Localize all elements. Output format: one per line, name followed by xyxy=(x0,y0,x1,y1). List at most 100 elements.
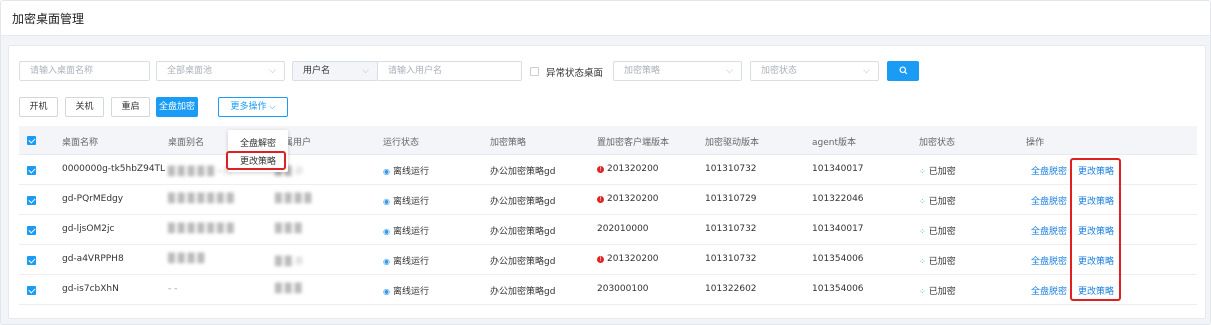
encrypt-status-text: 已加密 xyxy=(928,287,956,297)
run-status-text: 离线运行 xyxy=(392,197,429,207)
col-actions: 操作 xyxy=(1026,138,1045,148)
run-status: ◉ 离线运行 xyxy=(383,194,429,207)
agent-version: 101354006 xyxy=(812,284,864,294)
desktop-name: gd-PQrMEdgy xyxy=(62,194,124,204)
wifi-icon: ◉ xyxy=(383,287,390,296)
page-header: 加密桌面管理 xyxy=(1,1,1210,36)
client-version-text: 201320200 xyxy=(607,254,659,264)
search-button[interactable] xyxy=(887,61,919,81)
row-checkbox[interactable] xyxy=(27,256,36,265)
col-desktop-name: 桌面名称 xyxy=(62,138,99,148)
encrypt-status-text: 已加密 xyxy=(928,227,956,237)
desktop-name: gd-is7cbXhN xyxy=(62,284,119,294)
encrypted-icon: ⁘ xyxy=(919,167,926,176)
power-on-button[interactable]: 开机 xyxy=(19,97,58,117)
client-version: ! 201320200 xyxy=(597,194,659,204)
select-all-checkbox[interactable] xyxy=(27,136,36,145)
abnormal-checkbox[interactable] xyxy=(530,67,539,76)
client-version: ! 201320200 xyxy=(597,164,659,174)
desktop-alias: █ █ █ █ █ █ █ xyxy=(168,194,234,204)
restart-button[interactable]: 重启 xyxy=(111,97,150,117)
encrypt-status-text: 已加密 xyxy=(928,257,956,267)
encrypt-status: ⁘ 已加密 xyxy=(919,224,956,237)
encrypt-status-text: 已加密 xyxy=(928,197,956,207)
full-decrypt-link[interactable]: 全盘脱密 xyxy=(1031,224,1067,237)
owner-user: █ █ 杀 xyxy=(275,257,304,267)
client-version-text: 201320200 xyxy=(607,164,659,174)
full-decrypt-link[interactable]: 全盘脱密 xyxy=(1031,284,1067,297)
col-run-status: 运行状态 xyxy=(383,138,420,148)
row-checkbox[interactable] xyxy=(27,286,36,295)
encrypted-icon: ⁘ xyxy=(919,197,926,206)
warning-icon: ! xyxy=(597,196,604,203)
user-type-select[interactable]: 用户名 ⌵ xyxy=(292,61,378,81)
encrypted-icon: ⁘ xyxy=(919,287,926,296)
warning-icon: ! xyxy=(597,166,604,173)
username-field[interactable] xyxy=(388,62,521,80)
desktop-name: gd-a4VRPPH8 xyxy=(62,254,124,264)
run-status: ◉ 离线运行 xyxy=(383,284,429,297)
encrypt-status: ⁘ 已加密 xyxy=(919,164,956,177)
run-status: ◉ 离线运行 xyxy=(383,224,429,237)
run-status-text: 离线运行 xyxy=(392,287,429,297)
wifi-icon: ◉ xyxy=(383,197,390,206)
policy-name: 办公加密策略gd xyxy=(490,197,556,207)
desktop-name-field[interactable] xyxy=(30,62,149,80)
policy-name: 办公加密策略gd xyxy=(490,257,556,267)
agent-version: 101340017 xyxy=(812,224,864,234)
encrypted-icon: ⁘ xyxy=(919,227,926,236)
run-status-text: 离线运行 xyxy=(392,257,429,267)
agent-version: 101354006 xyxy=(812,254,864,264)
main-panel: 全部桌面池 ⌵ 用户名 ⌵ 异常状态桌面 加密策略 ⌵ 加密状态 ⌵ 开机 关机… xyxy=(8,45,1206,319)
full-decrypt-link[interactable]: 全盘脱密 xyxy=(1031,194,1067,207)
search-icon xyxy=(898,66,907,75)
page-title: 加密桌面管理 xyxy=(12,12,85,26)
col-driver-version: 加密驱动版本 xyxy=(705,138,760,148)
col-policy: 加密策略 xyxy=(490,138,527,148)
row-checkbox[interactable] xyxy=(27,226,36,235)
username-input[interactable] xyxy=(377,61,522,81)
driver-version: 101310732 xyxy=(705,224,757,234)
table-row: 0000000g-tk5hbZ94TL █ █ █ █ █ ─力 █ █ 示 ◉… xyxy=(19,155,1197,185)
row-checkbox[interactable] xyxy=(27,166,36,175)
col-alias: 桌面别名 xyxy=(168,138,205,148)
app-frame: 加密桌面管理 全部桌面池 ⌵ 用户名 ⌵ 异常状态桌面 加密策略 ⌵ 加密状态 … xyxy=(0,0,1211,325)
driver-version: 101310732 xyxy=(705,254,757,264)
wifi-icon: ◉ xyxy=(383,227,390,236)
desktop-name: gd-ljsOM2jc xyxy=(62,224,115,234)
chevron-down-icon: ⌵ xyxy=(362,66,369,76)
policy-select[interactable]: 加密策略 ⌵ xyxy=(613,61,742,81)
full-decrypt-link[interactable]: 全盘脱密 xyxy=(1031,254,1067,267)
client-version: 203000100 xyxy=(597,284,649,294)
owner-user: █ █ █ xyxy=(275,224,302,234)
agent-version: 101322046 xyxy=(812,194,864,204)
desktop-pool-select[interactable]: 全部桌面池 ⌵ xyxy=(156,61,285,81)
driver-version: 101322602 xyxy=(705,284,757,294)
policy-name: 办公加密策略gd xyxy=(490,227,556,237)
run-status-text: 离线运行 xyxy=(392,167,429,177)
client-version: ! 201320200 xyxy=(597,254,659,264)
table-row: gd-ljsOM2jc █ █ █ █ █ █ █ █ █ █ ◉ 离线运行 办公… xyxy=(19,215,1197,245)
highlight-change-policy-column xyxy=(1070,158,1121,301)
more-actions-button[interactable]: 更多操作 ⌵ xyxy=(218,97,288,117)
full-encrypt-button[interactable]: 全盘加密 xyxy=(156,97,198,117)
client-version: 202010000 xyxy=(597,224,649,234)
driver-version: 101310732 xyxy=(705,164,757,174)
menu-item-full-decrypt[interactable]: 全盘解密 xyxy=(228,136,288,149)
chevron-down-icon: ⌵ xyxy=(726,66,733,76)
desktop-name: 0000000g-tk5hbZ94TL xyxy=(62,164,166,174)
owner-user: █ █ █ █ xyxy=(275,194,312,204)
full-decrypt-link[interactable]: 全盘脱密 xyxy=(1031,164,1067,177)
chevron-down-icon: ⌵ xyxy=(269,102,276,111)
abnormal-label: 异常状态桌面 xyxy=(546,68,604,79)
warning-icon: ! xyxy=(597,256,604,263)
row-checkbox[interactable] xyxy=(27,196,36,205)
driver-version: 101310729 xyxy=(705,194,757,204)
wifi-icon: ◉ xyxy=(383,257,390,266)
chevron-down-icon: ⌵ xyxy=(863,66,870,76)
power-off-button[interactable]: 关机 xyxy=(65,97,104,117)
wifi-icon: ◉ xyxy=(383,167,390,176)
desktop-name-input[interactable] xyxy=(19,61,150,81)
highlight-change-policy-menu xyxy=(226,151,286,170)
encrypt-status-select[interactable]: 加密状态 ⌵ xyxy=(750,61,879,81)
